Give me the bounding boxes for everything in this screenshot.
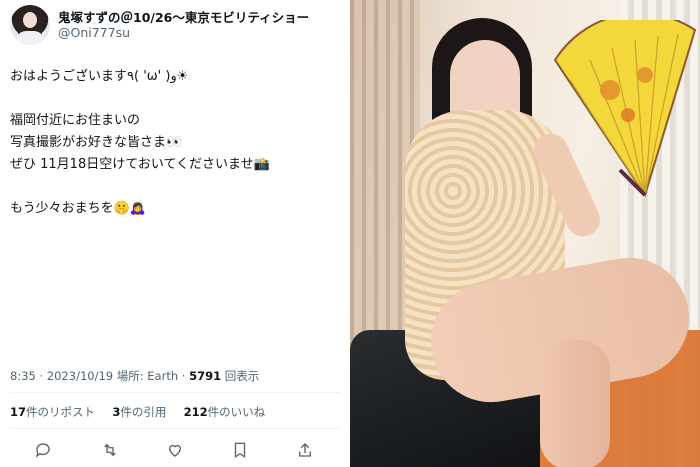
photo-lower-leg <box>540 340 610 467</box>
bookmark-icon <box>234 442 246 459</box>
tweet-meta: 8:35 · 2023/10/19 場所: Earth · 5791 回表示 <box>10 368 259 384</box>
retweets-label: 件のリポスト <box>26 405 96 419</box>
likes-label: 件のいいね <box>207 405 266 419</box>
user-handle[interactable]: @Oni777su <box>58 25 130 40</box>
retweet-button[interactable] <box>98 438 122 462</box>
views-label: 回表示 <box>224 369 260 383</box>
divider <box>10 392 340 393</box>
tweet-line: ぜひ 11月18日空けておいてくださいませ📸 <box>10 157 270 172</box>
divider <box>10 428 340 429</box>
tweet-line: もう少々おまちを🤫🙇‍♀️ <box>10 201 146 216</box>
retweet-icon <box>104 443 116 457</box>
display-name[interactable]: 鬼塚すずの＠10/26〜東京モビリティショー <box>58 7 309 26</box>
retweets-count: 17 <box>10 405 27 419</box>
heart-icon <box>169 444 181 457</box>
meta-sep: · <box>181 369 190 383</box>
tweet-line: 福岡付近にお住まいの <box>10 113 141 128</box>
action-bar <box>0 438 350 462</box>
retweets-stat[interactable]: 17件のリポスト <box>10 405 95 419</box>
avatar-face <box>23 12 37 28</box>
tweet-card: 鬼塚すずの＠10/26〜東京モビリティショー @Oni777su おはようござい… <box>0 0 350 467</box>
reply-button[interactable] <box>31 438 55 462</box>
like-button[interactable] <box>163 438 187 462</box>
avatar[interactable] <box>10 5 50 45</box>
tweet-line: 写真撮影がお好きな皆さま👀 <box>10 135 183 150</box>
likes-count: 212 <box>183 405 208 419</box>
folding-fan <box>553 20 697 198</box>
reply-icon <box>35 443 50 458</box>
bookmark-button[interactable] <box>228 438 252 462</box>
tweet-stats: 17件のリポスト 3件の引用 212件のいいね <box>10 404 265 420</box>
tweet-place: 場所: Earth <box>116 369 179 383</box>
tweet-text: おはようございます٩( 'ω' )و☀ 福岡付近にお住まいの 写真撮影がお好きな… <box>10 66 340 220</box>
likes-stat[interactable]: 212件のいいね <box>184 405 266 419</box>
quotes-stat[interactable]: 3件の引用 <box>112 405 166 419</box>
share-icon <box>299 443 311 457</box>
share-button[interactable] <box>293 438 317 462</box>
views-count: 5791 <box>189 369 222 383</box>
avatar-body <box>16 31 44 45</box>
attached-photo[interactable] <box>350 0 700 467</box>
quotes-label: 件の引用 <box>120 405 167 419</box>
tweet-line: おはようございます٩( 'ω' )و☀ <box>10 69 189 84</box>
meta-sep: · <box>39 369 47 383</box>
tweet-date[interactable]: 2023/10/19 <box>47 369 113 383</box>
tweet-time[interactable]: 8:35 <box>10 369 36 383</box>
